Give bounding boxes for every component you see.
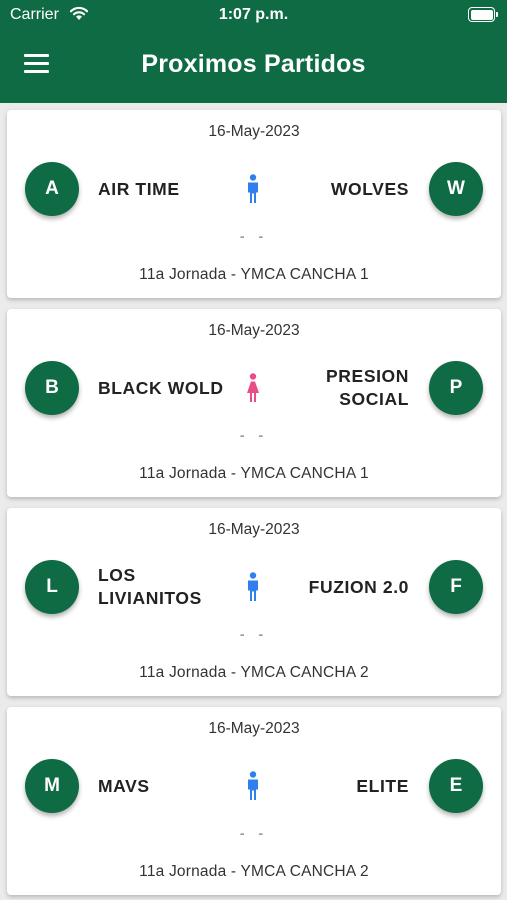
male-icon bbox=[248, 174, 258, 203]
battery-icon bbox=[468, 7, 498, 22]
match-date: 16-May-2023 bbox=[208, 123, 300, 140]
home-team-name: MAVS bbox=[98, 775, 150, 796]
home-team-avatar: M bbox=[25, 759, 79, 813]
match-score: - - bbox=[239, 626, 269, 642]
away-team-name: PRESION SOCIAL bbox=[326, 366, 409, 409]
match-venue: 11a Jornada - YMCA CANCHA 2 bbox=[139, 863, 369, 880]
match-date: 16-May-2023 bbox=[208, 720, 300, 737]
away-team-avatar: P bbox=[429, 361, 483, 415]
home-team-avatar: A bbox=[25, 162, 79, 216]
match-card[interactable]: 16-May-2023 A AIR TIME WOLVES W - - 11a … bbox=[7, 110, 501, 298]
home-team-avatar: B bbox=[25, 361, 79, 415]
away-team-name: ELITE bbox=[356, 775, 409, 796]
away-team-avatar: W bbox=[429, 162, 483, 216]
status-bar: Carrier 1:07 p.m. bbox=[0, 0, 507, 32]
match-score: - - bbox=[239, 427, 269, 443]
match-score: - - bbox=[239, 228, 269, 244]
match-card[interactable]: 16-May-2023 M MAVS ELITE E - - 11a Jorna… bbox=[7, 707, 501, 895]
match-card[interactable]: 16-May-2023 L LOS LIVIANITOS FUZION 2.0 … bbox=[7, 508, 501, 696]
away-team-name: FUZION 2.0 bbox=[308, 576, 409, 597]
female-icon bbox=[247, 373, 259, 402]
male-icon bbox=[248, 572, 258, 601]
page-title: Proximos Partidos bbox=[141, 50, 366, 78]
match-score: - - bbox=[239, 825, 269, 841]
home-team-name: LOS LIVIANITOS bbox=[98, 565, 202, 608]
away-team-avatar: F bbox=[429, 560, 483, 614]
app-header: Carrier 1:07 p.m. Proximos Partidos bbox=[0, 0, 507, 103]
match-venue: 11a Jornada - YMCA CANCHA 1 bbox=[139, 266, 369, 283]
away-team-name: WOLVES bbox=[330, 178, 409, 199]
match-card[interactable]: 16-May-2023 B BLACK WOLD PRESION SOCIAL … bbox=[7, 309, 501, 497]
home-team-name: BLACK WOLD bbox=[98, 377, 224, 398]
away-team-avatar: E bbox=[429, 759, 483, 813]
home-team-name: AIR TIME bbox=[98, 178, 180, 199]
match-date: 16-May-2023 bbox=[208, 521, 300, 538]
male-icon bbox=[248, 771, 258, 800]
match-date: 16-May-2023 bbox=[208, 322, 300, 339]
match-venue: 11a Jornada - YMCA CANCHA 2 bbox=[139, 664, 369, 681]
home-team-avatar: L bbox=[25, 560, 79, 614]
clock: 1:07 p.m. bbox=[218, 6, 289, 23]
match-venue: 11a Jornada - YMCA CANCHA 1 bbox=[139, 465, 369, 482]
